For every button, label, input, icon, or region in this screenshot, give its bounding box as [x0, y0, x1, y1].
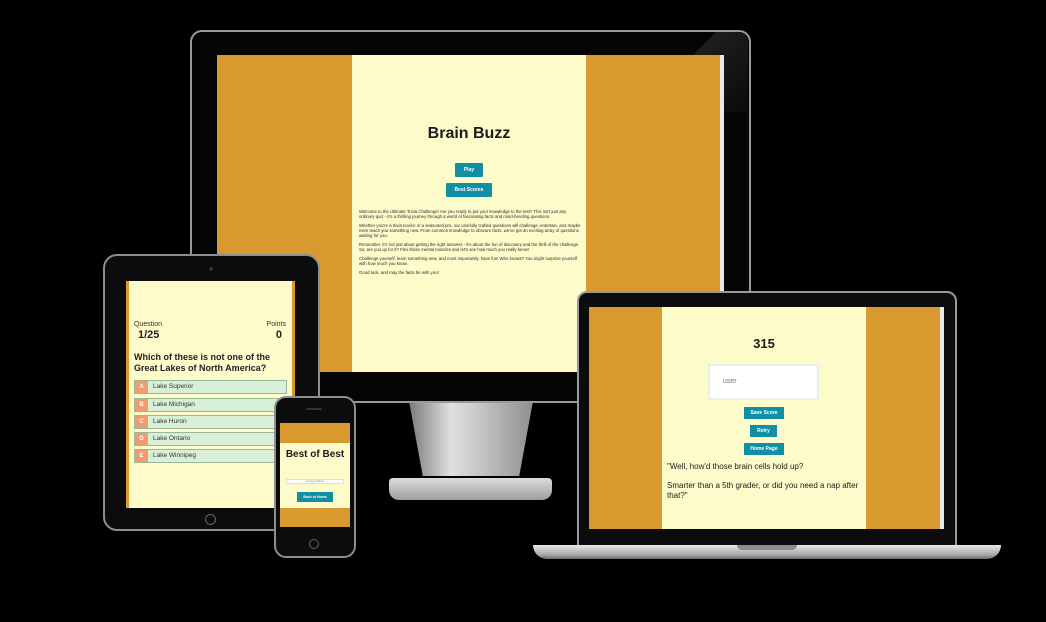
- answer-letter: E: [135, 450, 148, 462]
- answer-option-c[interactable]: C Lake Huron: [134, 415, 287, 429]
- intro-paragraph: Good luck, and may the facts be with you…: [359, 269, 439, 275]
- phone-home-button: [309, 539, 319, 549]
- answer-option-d[interactable]: D Lake Ontario: [134, 432, 287, 446]
- intro-paragraph: Challenge yourself, learn something new,…: [359, 255, 577, 267]
- answer-option-a[interactable]: A Lake Superior: [134, 380, 287, 394]
- answer-letter: B: [135, 399, 148, 411]
- monitor-stand: [409, 403, 533, 477]
- monitor-base: [389, 478, 552, 500]
- answer-option-e[interactable]: E Lake Winnipeg: [134, 449, 287, 463]
- intro-text: Welcome to the Ultimate Trivia Challenge…: [359, 209, 581, 279]
- end-message-line: "Well, how'd those brain cells hold up?: [667, 462, 804, 471]
- best-scores-title: Best of Best: [285, 449, 345, 460]
- best-scores-button[interactable]: Best Scores: [446, 183, 492, 197]
- best-scores-screen: Best of Best Emptyinputfield Back to Hom…: [280, 423, 350, 527]
- end-message: "Well, how'd those brain cells hold up? …: [667, 462, 861, 510]
- save-score-button[interactable]: Save Score: [744, 407, 784, 419]
- points-value: 0: [275, 329, 282, 341]
- home-content-panel: Brain Buzz Play Best Scores Welcome to t…: [352, 55, 586, 372]
- answer-text: Lake Superior: [153, 383, 194, 390]
- question-progress: 1/25: [138, 329, 160, 341]
- home-page-button[interactable]: Home Page: [744, 443, 784, 455]
- back-to-home-button[interactable]: Back to Home: [297, 492, 333, 502]
- answer-letter: D: [135, 433, 148, 445]
- end-message-line: Smarter than a 5th grader, or did you ne…: [667, 481, 859, 500]
- page-title: Brain Buzz: [427, 125, 511, 142]
- end-content-panel: 315 user Save Score Retry Home Page "Wel…: [662, 307, 866, 529]
- tablet-camera: [209, 267, 213, 271]
- scrollbar[interactable]: [940, 307, 944, 529]
- phone-speaker: [306, 408, 322, 410]
- intro-paragraph: Whether you're a trivia novice or a seas…: [359, 222, 581, 239]
- end-screen: 315 user Save Score Retry Home Page "Wel…: [589, 307, 944, 529]
- intro-paragraph: Remember, it's not just about getting th…: [359, 242, 580, 253]
- answer-option-b[interactable]: B Lake Michigan: [134, 398, 287, 412]
- best-scores-panel: Best of Best Emptyinputfield Back to Hom…: [280, 443, 350, 508]
- answer-text: Lake Ontario: [153, 435, 191, 442]
- answer-text: Lake Michigan: [153, 401, 195, 408]
- answer-letter: A: [135, 381, 148, 393]
- quiz-screen: Question 1/25 Points 0 Which of these is…: [126, 281, 295, 508]
- tablet-home-button: [205, 514, 216, 525]
- question-label: Question: [134, 321, 163, 328]
- answer-letter: C: [135, 416, 148, 428]
- retry-button[interactable]: Retry: [750, 425, 777, 437]
- laptop-notch: [737, 545, 797, 550]
- question-text: Which of these is not one of the Great L…: [134, 352, 270, 373]
- scores-list-field: Emptyinputfield: [286, 479, 344, 484]
- username-input[interactable]: user: [708, 364, 819, 400]
- intro-paragraph: Welcome to the Ultimate Trivia Challenge…: [359, 209, 567, 220]
- points-label: Points: [266, 321, 286, 328]
- play-button[interactable]: Play: [455, 163, 483, 177]
- answer-text: Lake Huron: [153, 418, 187, 425]
- final-score: 315: [753, 336, 775, 351]
- answer-text: Lake Winnipeg: [153, 452, 196, 459]
